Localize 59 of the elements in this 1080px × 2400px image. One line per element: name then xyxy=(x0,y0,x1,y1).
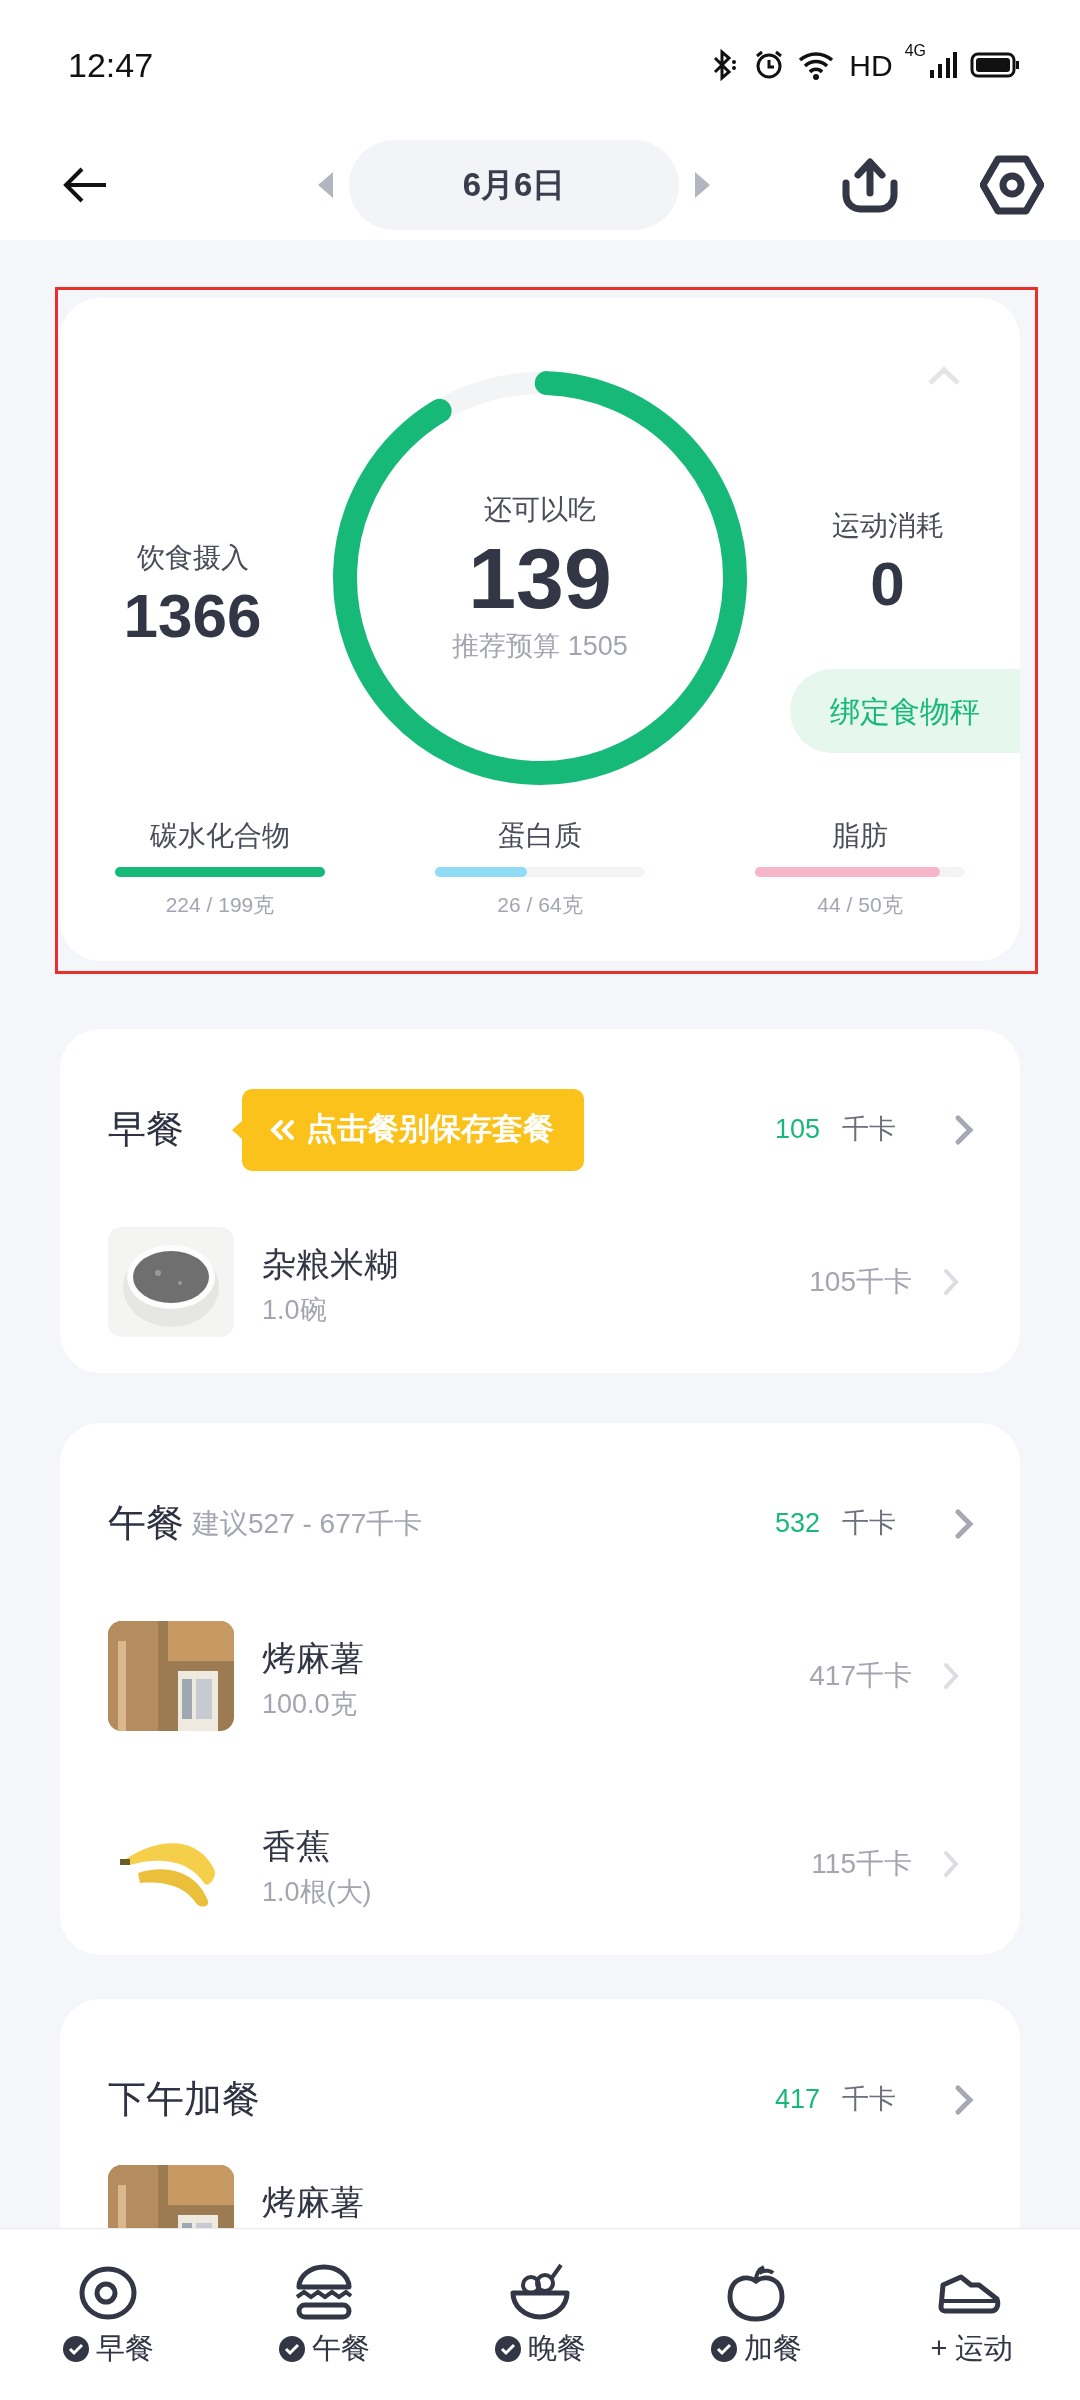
chevron-right-icon[interactable] xyxy=(954,1113,974,1146)
food-calories: 115千卡 xyxy=(811,1846,912,1881)
collapse-icon[interactable] xyxy=(926,365,962,387)
intake-label: 饮食摄入 xyxy=(136,541,249,576)
meal-calories: 417 xyxy=(774,2083,820,2117)
food-calories: 105千卡 xyxy=(809,1264,912,1299)
chevron-right-icon[interactable] xyxy=(942,1660,960,1691)
double-chevron-icon xyxy=(270,1118,296,1141)
nav-label: 早餐 xyxy=(96,2331,154,2366)
nav-label: 午餐 xyxy=(312,2331,370,2366)
tooltip-text: 点击餐别保存套餐 xyxy=(306,1110,554,1149)
nav-label: 加餐 xyxy=(744,2331,802,2366)
chevron-right-icon[interactable] xyxy=(942,1848,960,1879)
food-amount: 100.0克 xyxy=(262,1687,358,1721)
nav-tab[interactable]: 加餐 xyxy=(656,2261,856,2371)
food-name: 烤麻薯 xyxy=(262,2181,364,2223)
intake-value: 1366 xyxy=(123,580,262,653)
chevron-right-icon[interactable] xyxy=(954,1507,974,1540)
macro-label: 蛋白质 xyxy=(497,819,582,853)
signal-icon xyxy=(928,50,958,80)
meal-calories: 532 xyxy=(774,1507,820,1541)
chevron-right-icon[interactable] xyxy=(954,2083,974,2116)
remaining-value: 139 xyxy=(468,531,612,627)
macro-reading: 224 / 199克 xyxy=(165,892,275,918)
food-name: 烤麻薯 xyxy=(262,1637,364,1679)
food-amount: 1.0根(大) xyxy=(262,1875,372,1909)
food-name: 杂粮米糊 xyxy=(262,1243,398,1285)
macro-reading: 26 / 64克 xyxy=(497,892,583,918)
nav-tab[interactable]: 午餐 xyxy=(224,2261,424,2371)
food-amount: 1.0碗 xyxy=(262,1293,328,1327)
meal-suggestion: 建议527 - 677千卡 xyxy=(192,1506,423,1541)
meal-unit: 千卡 xyxy=(842,1113,896,1147)
nav-tab[interactable]: 晚餐 xyxy=(440,2261,640,2371)
remaining-label: 还可以吃 xyxy=(484,493,596,528)
meal-title: 午餐 xyxy=(108,1501,184,1546)
meal-unit: 千卡 xyxy=(842,2083,896,2117)
network-type-label: 4G xyxy=(904,40,926,61)
food-calories: 417千卡 xyxy=(809,1658,912,1693)
status-time: 12:47 xyxy=(68,44,154,86)
macro-label: 脂肪 xyxy=(831,819,888,853)
settings-icon[interactable] xyxy=(980,154,1044,216)
chevron-right-icon[interactable] xyxy=(942,1266,960,1297)
date-button[interactable]: 6月6日 xyxy=(349,140,679,230)
meal-title: 早餐 xyxy=(108,1107,184,1152)
nav-tab[interactable]: + 运动 xyxy=(872,2261,1072,2371)
network-label: HD xyxy=(849,47,893,84)
exercise-label: 运动消耗 xyxy=(831,509,944,543)
exercise-value: 0 xyxy=(870,548,905,620)
nav-label: + 运动 xyxy=(930,2331,1014,2366)
battery-icon xyxy=(970,51,1020,79)
budget-text: 推荐预算 1505 xyxy=(452,630,628,664)
meal-calories: 105 xyxy=(774,1113,820,1147)
macro-reading: 44 / 50克 xyxy=(817,892,903,918)
macro-label: 碳水化合物 xyxy=(150,819,290,853)
meal-title: 下午加餐 xyxy=(108,2077,260,2122)
nav-tab[interactable]: 早餐 xyxy=(8,2261,208,2371)
nav-label: 晚餐 xyxy=(528,2331,586,2366)
meal-unit: 千卡 xyxy=(842,1507,896,1541)
food-name: 香蕉 xyxy=(262,1825,331,1867)
